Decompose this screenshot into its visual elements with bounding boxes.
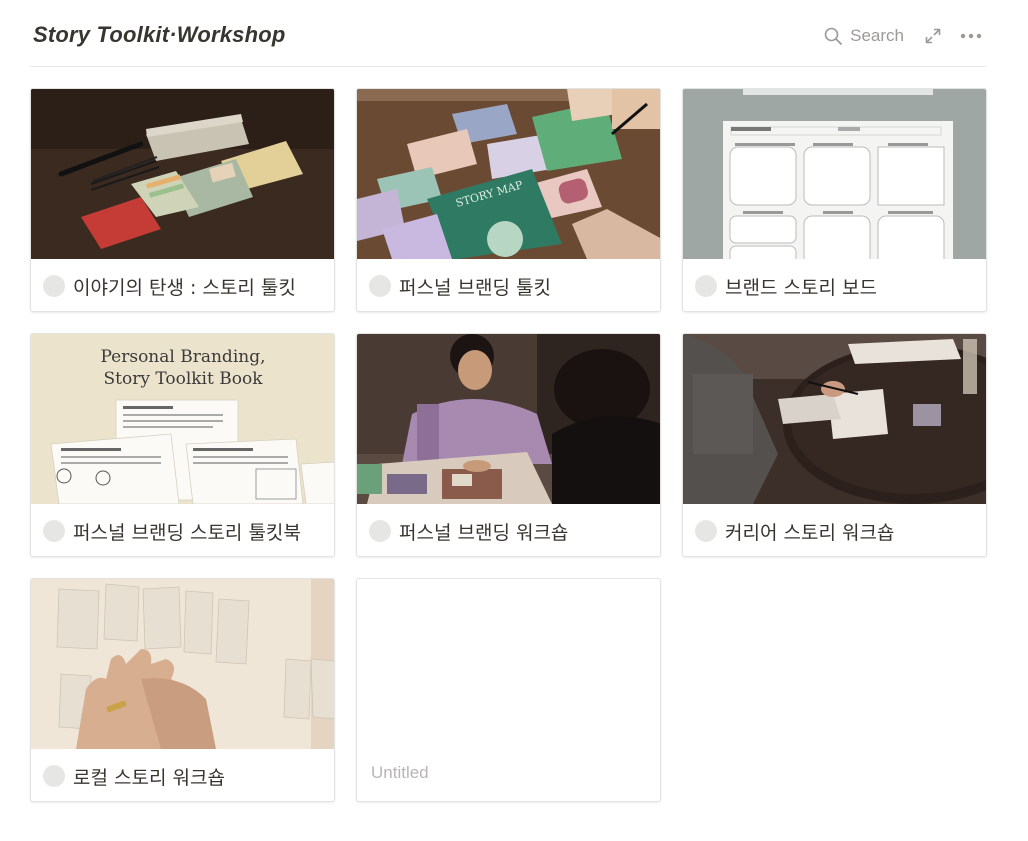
more-button[interactable] bbox=[960, 27, 982, 45]
gallery-card[interactable]: 이야기의 탄생 : 스토리 툴킷 bbox=[30, 88, 335, 312]
status-dot bbox=[695, 520, 717, 542]
card-title: 퍼스널 브랜딩 워크숍 bbox=[399, 521, 569, 544]
search-icon bbox=[824, 27, 843, 45]
search-label: Search bbox=[850, 26, 904, 45]
card-title: 브랜드 스토리 보드 bbox=[725, 276, 877, 299]
gallery-card-untitled[interactable]: Untitled bbox=[356, 578, 661, 802]
more-icon bbox=[960, 33, 982, 39]
status-dot bbox=[43, 275, 65, 297]
header-tools: Search bbox=[824, 24, 982, 48]
card-caption: 브랜드 스토리 보드 bbox=[683, 259, 986, 311]
card-caption: 로컬 스토리 워크숍 bbox=[31, 749, 334, 801]
status-dot bbox=[369, 275, 391, 297]
card-title-placeholder: Untitled bbox=[371, 763, 429, 782]
gallery-card[interactable]: 로컬 스토리 워크숍 bbox=[30, 578, 335, 802]
card-title: 로컬 스토리 워크숍 bbox=[73, 766, 225, 789]
gallery-card[interactable]: 커리어 스토리 워크숍 bbox=[682, 333, 987, 557]
gallery-card[interactable]: 브랜드 스토리 보드 bbox=[682, 88, 987, 312]
status-dot bbox=[695, 275, 717, 297]
card-cover-text: Story Toolkit Book bbox=[103, 369, 263, 389]
status-dot bbox=[43, 765, 65, 787]
card-caption: 퍼스널 브랜딩 툴킷 bbox=[357, 259, 660, 311]
card-caption: 커리어 스토리 워크숍 bbox=[683, 504, 986, 556]
card-title: 이야기의 탄생 : 스토리 툴킷 bbox=[73, 276, 296, 299]
status-dot bbox=[43, 520, 65, 542]
status-dot bbox=[369, 520, 391, 542]
search-button[interactable]: Search bbox=[824, 26, 904, 46]
card-cover-image bbox=[683, 334, 986, 504]
card-cover-image bbox=[683, 89, 986, 259]
page-header: Story Toolkit·Workshop Search bbox=[30, 0, 986, 67]
card-title: 퍼스널 브랜딩 스토리 툴킷북 bbox=[73, 521, 301, 544]
card-caption: 퍼스널 브랜딩 워크숍 bbox=[357, 504, 660, 556]
card-cover-image: STORY MAP bbox=[357, 89, 660, 259]
card-title: 퍼스널 브랜딩 툴킷 bbox=[399, 276, 551, 299]
card-cover-text: Personal Branding, bbox=[100, 347, 265, 367]
card-title: 커리어 스토리 워크숍 bbox=[725, 521, 895, 544]
gallery-card[interactable]: 퍼스널 브랜딩 워크숍 bbox=[356, 333, 661, 557]
gallery-card[interactable]: Personal Branding, Story Toolkit Book 퍼스… bbox=[30, 333, 335, 557]
card-cover-image: Personal Branding, Story Toolkit Book bbox=[31, 334, 334, 504]
card-caption: 이야기의 탄생 : 스토리 툴킷 bbox=[31, 259, 334, 311]
card-cover-image bbox=[357, 334, 660, 504]
card-caption: 퍼스널 브랜딩 스토리 툴킷북 bbox=[31, 504, 334, 556]
page-title[interactable]: Story Toolkit·Workshop bbox=[33, 22, 286, 48]
expand-button[interactable] bbox=[924, 27, 942, 45]
gallery-card[interactable]: STORY MAP 퍼스널 브랜딩 툴킷 bbox=[356, 88, 661, 312]
card-cover-image bbox=[31, 579, 334, 749]
expand-icon bbox=[925, 28, 941, 44]
card-cover-image bbox=[31, 89, 334, 259]
